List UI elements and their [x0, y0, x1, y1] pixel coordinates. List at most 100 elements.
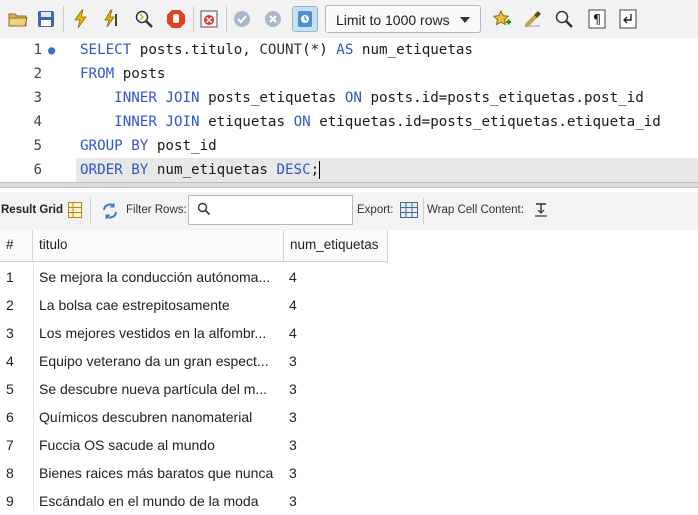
editor-line[interactable]: 3 INNER JOIN posts_etiquetas ON posts.id… — [0, 86, 698, 110]
row-number-cell[interactable]: 4 — [0, 347, 30, 375]
find-icon[interactable] — [552, 7, 576, 31]
num-etiquetas-cell[interactable]: 4 — [284, 263, 384, 291]
row-number-cell[interactable]: 3 — [0, 319, 30, 347]
code-text: FROM posts — [80, 62, 165, 86]
sql-keyword: INNER JOIN — [114, 114, 209, 130]
sql-token: etiquetas — [208, 114, 294, 130]
titulo-cell[interactable]: Se descubre nueva partícula del m... — [33, 375, 283, 403]
editor-toolbar: Limit to 1000 rows ¶ — [0, 0, 698, 39]
limit-rows-dropdown[interactable]: Limit to 1000 rows — [325, 5, 481, 33]
sql-token: num_etiquetas — [156, 162, 277, 178]
num-etiquetas-cell[interactable]: 4 — [284, 319, 384, 347]
column-header-num-etiquetas[interactable]: num_etiquetas — [284, 230, 388, 262]
result-toolbar: Result Grid Filter Rows: Export: Wrap Ce… — [0, 192, 698, 231]
column-header-rownum[interactable]: # — [0, 230, 33, 262]
row-number-cell[interactable]: 7 — [0, 431, 30, 459]
row-number-cell[interactable]: 8 — [0, 459, 30, 487]
code-text: SELECT posts.titulo, COUNT(*) AS num_eti… — [80, 38, 473, 62]
table-row[interactable]: 2 La bolsa cae estrepitosamente 4 — [0, 291, 698, 319]
editor-line[interactable]: 6 ORDER BY num_etiquetas DESC; — [0, 158, 698, 182]
line-number: 1 — [33, 42, 42, 58]
sql-token: num_etiquetas — [361, 42, 473, 58]
num-etiquetas-cell[interactable]: 3 — [284, 347, 384, 375]
table-row[interactable]: 7 Fuccia OS sacude al mundo 3 — [0, 431, 698, 459]
rollback-icon[interactable] — [261, 7, 285, 31]
table-row[interactable]: 4 Equipo veterano da un gran espect... 3 — [0, 347, 698, 375]
text-cursor — [319, 161, 321, 179]
save-icon[interactable] — [34, 7, 58, 31]
row-number-cell[interactable]: 5 — [0, 375, 30, 403]
result-grid-tab[interactable]: Result Grid — [1, 204, 63, 216]
wrap-cell-icon[interactable] — [534, 203, 548, 220]
sql-token: posts.titulo, — [139, 42, 260, 58]
explain-magnifier-icon[interactable] — [132, 7, 156, 31]
refresh-icon[interactable] — [101, 202, 119, 223]
code-text: INNER JOIN etiquetas ON etiquetas.id=pos… — [80, 110, 661, 134]
row-number-cell[interactable]: 1 — [0, 263, 30, 291]
execute-lightning-icon[interactable] — [69, 7, 93, 31]
code-text: INNER JOIN posts_etiquetas ON posts.id=p… — [80, 86, 644, 110]
line-number: 2 — [33, 66, 42, 82]
add-snippet-icon[interactable] — [490, 7, 514, 31]
editor-line[interactable]: 2 FROM posts — [0, 62, 698, 86]
editor-line[interactable]: 5 GROUP BY post_id — [0, 134, 698, 158]
commit-icon[interactable] — [230, 7, 254, 31]
column-header-titulo[interactable]: titulo — [33, 230, 284, 262]
code-text: ORDER BY num_etiquetas DESC; — [80, 158, 321, 182]
table-row[interactable]: 3 Los mejores vestidos en la alfombr... 4 — [0, 319, 698, 347]
sql-token: ; — [310, 162, 320, 178]
filter-rows-input[interactable] — [188, 195, 353, 225]
grid-view-icon[interactable] — [68, 202, 82, 221]
num-etiquetas-cell[interactable]: 3 — [284, 375, 384, 403]
execute-cursor-icon[interactable] — [100, 7, 124, 31]
titulo-cell[interactable]: La bolsa cae estrepitosamente — [33, 291, 283, 319]
autocommit-icon[interactable] — [292, 6, 318, 32]
num-etiquetas-cell[interactable]: 3 — [284, 403, 384, 431]
editor-line[interactable]: 4 INNER JOIN etiquetas ON etiquetas.id=p… — [0, 110, 698, 134]
line-number: 4 — [33, 114, 42, 130]
line-number: 5 — [33, 138, 42, 154]
sql-keyword: FROM — [80, 66, 123, 82]
titulo-cell[interactable]: Fuccia OS sacude al mundo — [33, 431, 283, 459]
result-grid[interactable]: # titulo num_etiquetas 1 Se mejora la con… — [0, 230, 698, 511]
sql-keyword: DESC — [276, 162, 311, 178]
num-etiquetas-cell[interactable]: 3 — [284, 431, 384, 459]
sql-keyword: SELECT — [80, 42, 140, 58]
sql-keyword: GROUP BY — [80, 138, 157, 154]
chevron-down-icon — [460, 17, 470, 23]
table-row[interactable]: 5 Se descubre nueva partícula del m... 3 — [0, 375, 698, 403]
sql-editor[interactable]: 1 ● SELECT posts.titulo, COUNT(*) AS num_e… — [0, 38, 698, 182]
search-icon — [197, 202, 211, 219]
table-row[interactable]: 6 Químicos descubren nanomaterial 3 — [0, 403, 698, 431]
titulo-cell[interactable]: Equipo veterano da un gran espect... — [33, 347, 283, 375]
export-label: Export: — [357, 204, 394, 216]
table-row[interactable]: 1 Se mejora la conducción autónoma... 4 — [0, 263, 698, 291]
toggle-error-icon[interactable] — [197, 7, 221, 31]
filter-rows-label: Filter Rows: — [126, 204, 187, 216]
table-row[interactable]: 8 Bienes raices más baratos que nunca 3 — [0, 459, 698, 487]
open-folder-icon[interactable] — [6, 7, 30, 31]
sql-keyword: ON — [344, 90, 371, 106]
wrap-icon[interactable] — [616, 7, 640, 31]
svg-text:¶: ¶ — [593, 13, 601, 28]
beautify-icon[interactable] — [521, 7, 545, 31]
row-number-cell[interactable]: 6 — [0, 403, 30, 431]
titulo-cell[interactable]: Bienes raices más baratos que nunca — [33, 459, 283, 487]
num-etiquetas-cell[interactable]: 3 — [284, 459, 384, 487]
editor-line[interactable]: 1 ● SELECT posts.titulo, COUNT(*) AS num_e… — [0, 38, 698, 62]
row-number-cell[interactable]: 2 — [0, 291, 30, 319]
sql-keyword: ORDER BY — [80, 162, 157, 178]
pane-splitter[interactable] — [0, 182, 698, 188]
wrap-cell-content-label: Wrap Cell Content: — [427, 204, 524, 216]
invisible-chars-icon[interactable]: ¶ — [585, 7, 609, 31]
sql-token: post_id — [156, 138, 217, 154]
stop-icon[interactable] — [164, 7, 188, 31]
titulo-cell[interactable]: Químicos descubren nanomaterial — [33, 403, 283, 431]
titulo-cell[interactable]: Se mejora la conducción autónoma... — [33, 263, 283, 291]
sql-keyword: AS — [336, 42, 362, 58]
num-etiquetas-cell[interactable]: 4 — [284, 291, 384, 319]
export-icon[interactable] — [400, 202, 418, 221]
titulo-cell[interactable]: Los mejores vestidos en la alfombr... — [33, 319, 283, 347]
sql-keyword: INNER JOIN — [114, 90, 209, 106]
